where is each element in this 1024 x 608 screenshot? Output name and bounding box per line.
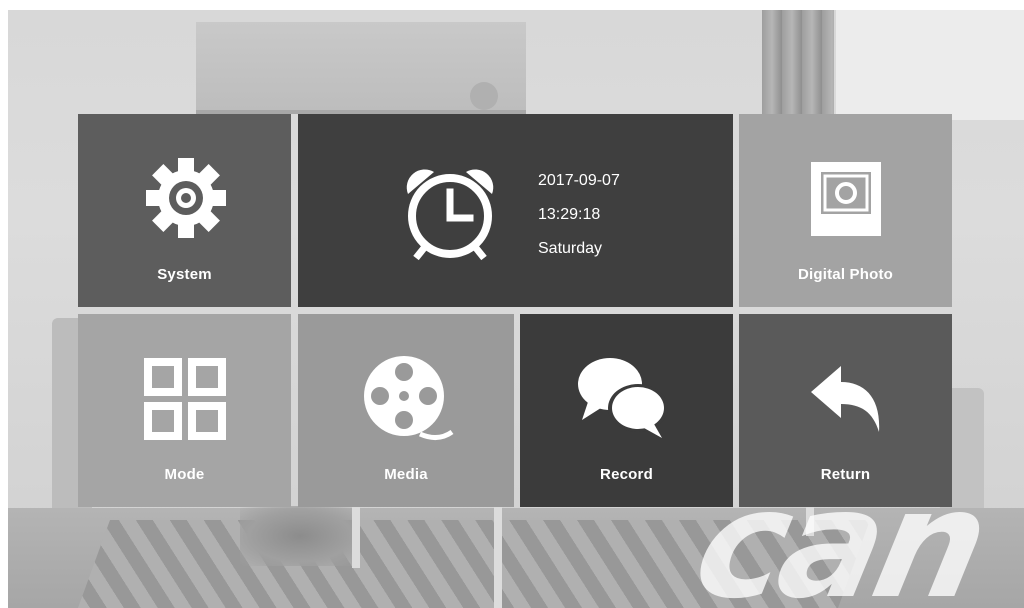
system-tile[interactable]: System bbox=[78, 114, 291, 307]
film-reel-icon bbox=[364, 356, 454, 440]
record-label: Record bbox=[600, 466, 653, 483]
time-text: 13:29:18 bbox=[538, 206, 601, 223]
media-label: Media bbox=[384, 466, 428, 483]
background-window bbox=[836, 10, 1024, 120]
record-tile[interactable]: Record bbox=[520, 314, 733, 507]
grid-icon bbox=[144, 358, 226, 440]
background-table-leg bbox=[352, 506, 360, 568]
background-table-leg bbox=[494, 506, 502, 608]
watermark-text: can bbox=[681, 458, 998, 608]
media-tile[interactable]: Media bbox=[298, 314, 514, 507]
chat-bubbles-icon bbox=[578, 358, 668, 438]
background-curtain bbox=[762, 10, 834, 120]
digital-photo-tile[interactable]: Digital Photo bbox=[739, 114, 952, 307]
system-label: System bbox=[157, 266, 212, 283]
alarm-clock-icon bbox=[406, 169, 494, 261]
gear-icon bbox=[146, 158, 226, 238]
home-screen: System 2017-09-07 13:29:18 Saturday Digi… bbox=[0, 0, 1024, 608]
date-text: 2017-09-07 bbox=[538, 172, 620, 189]
return-arrow-icon bbox=[811, 366, 880, 432]
mode-label: Mode bbox=[164, 466, 205, 483]
background-plant bbox=[240, 506, 360, 566]
weekday-text: Saturday bbox=[538, 240, 603, 257]
digital-photo-label: Digital Photo bbox=[797, 266, 894, 283]
background-lamp bbox=[470, 82, 498, 110]
mode-tile[interactable]: Mode bbox=[78, 314, 291, 507]
photo-frame-icon bbox=[811, 162, 881, 236]
datetime-tile[interactable]: 2017-09-07 13:29:18 Saturday bbox=[298, 114, 733, 307]
